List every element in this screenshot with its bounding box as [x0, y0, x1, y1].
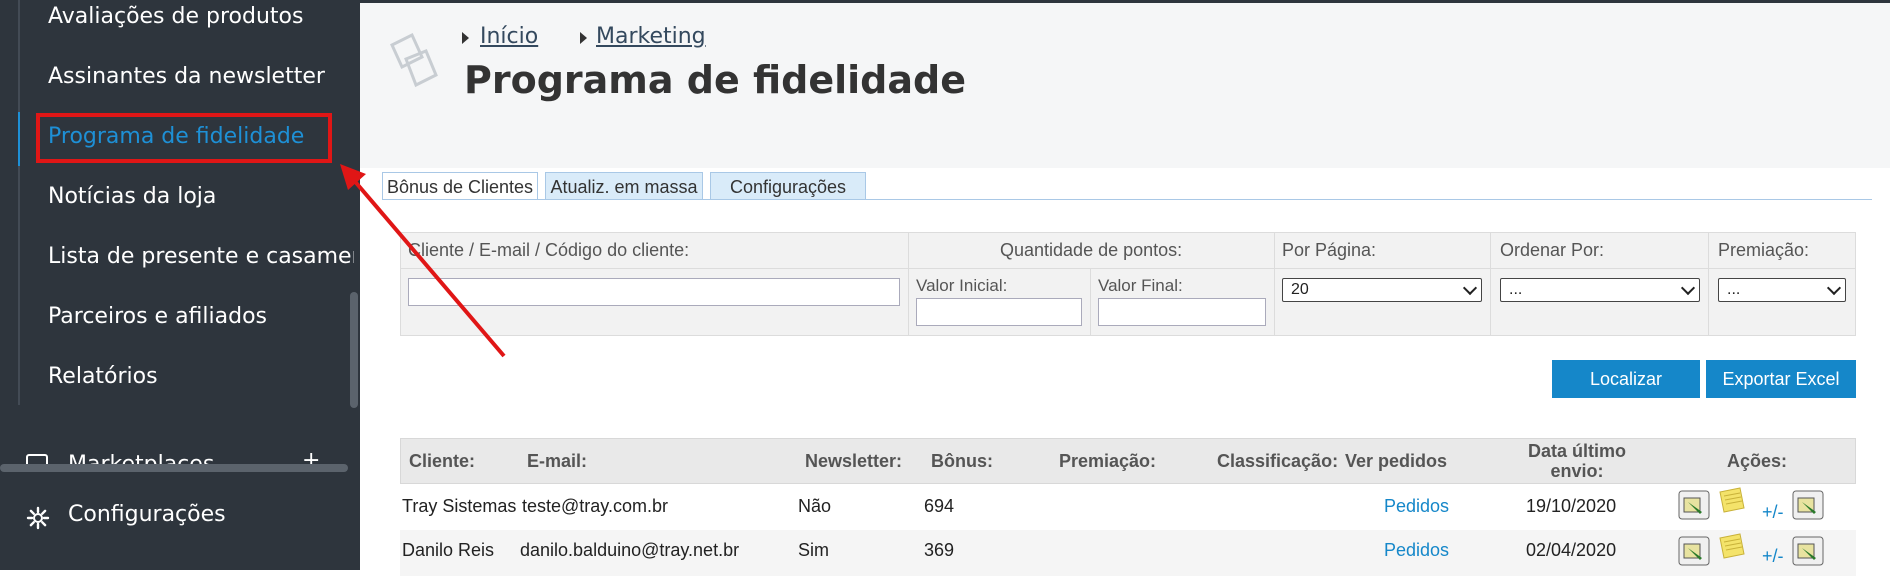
- annotation-arrow: [340, 164, 506, 358]
